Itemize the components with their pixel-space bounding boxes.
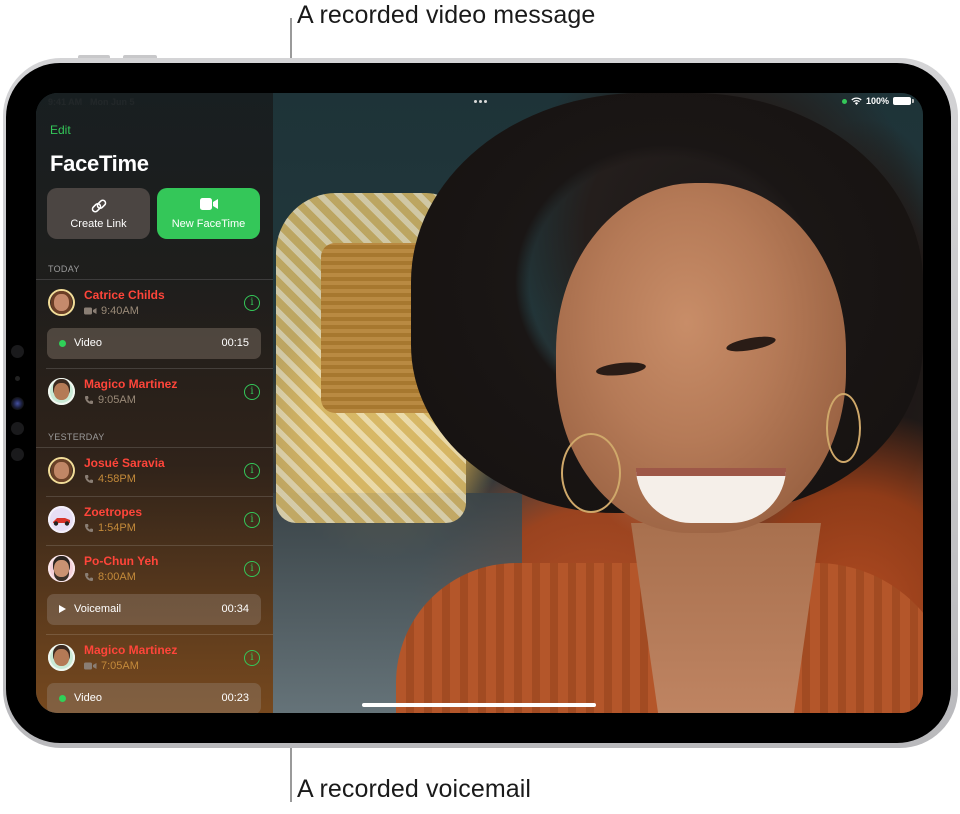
info-icon[interactable]: i (244, 295, 260, 311)
call-row[interactable]: Magico Martinez 7:05AM i (36, 635, 273, 679)
caller-name: Po-Chun Yeh (84, 554, 159, 568)
call-meta: 8:00AM (84, 571, 136, 583)
new-facetime-label: New FaceTime (171, 218, 246, 230)
message-duration: 00:15 (221, 337, 249, 349)
call-history-sidebar: Edit FaceTime Create Link New FaceTime T… (36, 93, 273, 713)
status-indicators: 100% (841, 96, 914, 106)
sensor-icon (11, 422, 24, 435)
link-icon (91, 199, 106, 213)
avatar (48, 555, 75, 582)
phone-call-icon (85, 573, 93, 581)
call-row[interactable]: Magico Martinez 9:05AM i (36, 369, 273, 413)
message-label: Video (74, 337, 102, 349)
phone-call-icon (85, 475, 93, 483)
video-camera-icon (199, 198, 218, 210)
info-icon[interactable]: i (244, 384, 260, 400)
page-title: FaceTime (50, 151, 149, 176)
message-label: Voicemail (74, 603, 122, 615)
home-indicator[interactable] (362, 703, 596, 707)
info-icon[interactable]: i (244, 561, 260, 577)
battery-percent: 100% (865, 96, 889, 106)
info-icon[interactable]: i (244, 512, 260, 528)
sensor-icon (11, 345, 24, 358)
illustration: A recorded video message A recorded voic… (0, 0, 960, 814)
call-meta: 7:05AM (84, 660, 139, 672)
message-duration: 00:23 (221, 692, 249, 704)
call-time: 7:05AM (101, 660, 139, 672)
front-camera-icon (11, 397, 24, 410)
avatar (48, 289, 75, 316)
sensor-icon (11, 448, 24, 461)
avatar (48, 644, 75, 671)
section-header-today: TODAY (48, 264, 80, 274)
call-time: 1:54PM (98, 522, 136, 534)
video-earring (561, 433, 621, 513)
avatar (48, 457, 75, 484)
call-row[interactable]: Zoetropes 1:54PM i (36, 497, 273, 541)
battery-icon (893, 97, 914, 105)
phone-call-icon (85, 524, 93, 532)
message-duration: 00:34 (221, 603, 249, 615)
call-row[interactable]: Catrice Childs 9:40AM i (36, 280, 273, 324)
sensor-icon (15, 376, 20, 381)
create-link-label: Create Link (70, 218, 127, 230)
callout-video-message: A recorded video message (297, 1, 596, 29)
caller-name: Magico Martinez (84, 643, 178, 657)
call-row[interactable]: Po-Chun Yeh 8:00AM i (36, 546, 273, 590)
screen: 9:41 AM Mon Jun 5 100% Edit FaceTime (36, 93, 923, 713)
caller-name: Josué Saravia (84, 456, 165, 470)
create-link-button[interactable]: Create Link (47, 188, 150, 239)
voicemail-pill[interactable]: Voicemail 00:34 (47, 594, 261, 625)
call-meta: 4:58PM (84, 473, 136, 485)
message-label: Video (74, 692, 102, 704)
edit-button[interactable]: Edit (50, 123, 71, 137)
phone-call-icon (85, 396, 93, 404)
caller-name: Zoetropes (84, 505, 143, 519)
call-time: 4:58PM (98, 473, 136, 485)
video-neck (631, 523, 821, 713)
info-icon[interactable]: i (244, 650, 260, 666)
call-time: 8:00AM (98, 571, 136, 583)
avatar (48, 378, 75, 405)
call-row[interactable]: Josué Saravia 4:58PM i (36, 448, 273, 492)
video-call-icon (84, 662, 97, 670)
info-icon[interactable]: i (244, 463, 260, 479)
section-header-yesterday: YESTERDAY (48, 432, 105, 442)
call-meta: 9:05AM (84, 394, 136, 406)
video-message-dot-icon (59, 695, 66, 702)
video-message-dot-icon (59, 340, 66, 347)
ellipsis-icon[interactable] (474, 100, 487, 103)
video-earring (826, 393, 861, 463)
call-meta: 9:40AM (84, 305, 139, 317)
new-facetime-button[interactable]: New FaceTime (157, 188, 260, 239)
video-message-pill[interactable]: Video 00:23 (47, 683, 261, 713)
call-time: 9:05AM (98, 394, 136, 406)
call-meta: 1:54PM (84, 522, 136, 534)
callout-voicemail: A recorded voicemail (297, 775, 532, 803)
call-time: 9:40AM (101, 305, 139, 317)
caller-name: Magico Martinez (84, 377, 178, 391)
caller-name: Catrice Childs (84, 288, 165, 302)
avatar (48, 506, 75, 533)
video-call-icon (84, 307, 97, 315)
video-message-pill[interactable]: Video 00:15 (47, 328, 261, 359)
race-car-icon (53, 518, 70, 526)
wifi-icon (851, 97, 862, 105)
camera-in-use-icon (841, 98, 847, 104)
play-icon (59, 605, 66, 613)
